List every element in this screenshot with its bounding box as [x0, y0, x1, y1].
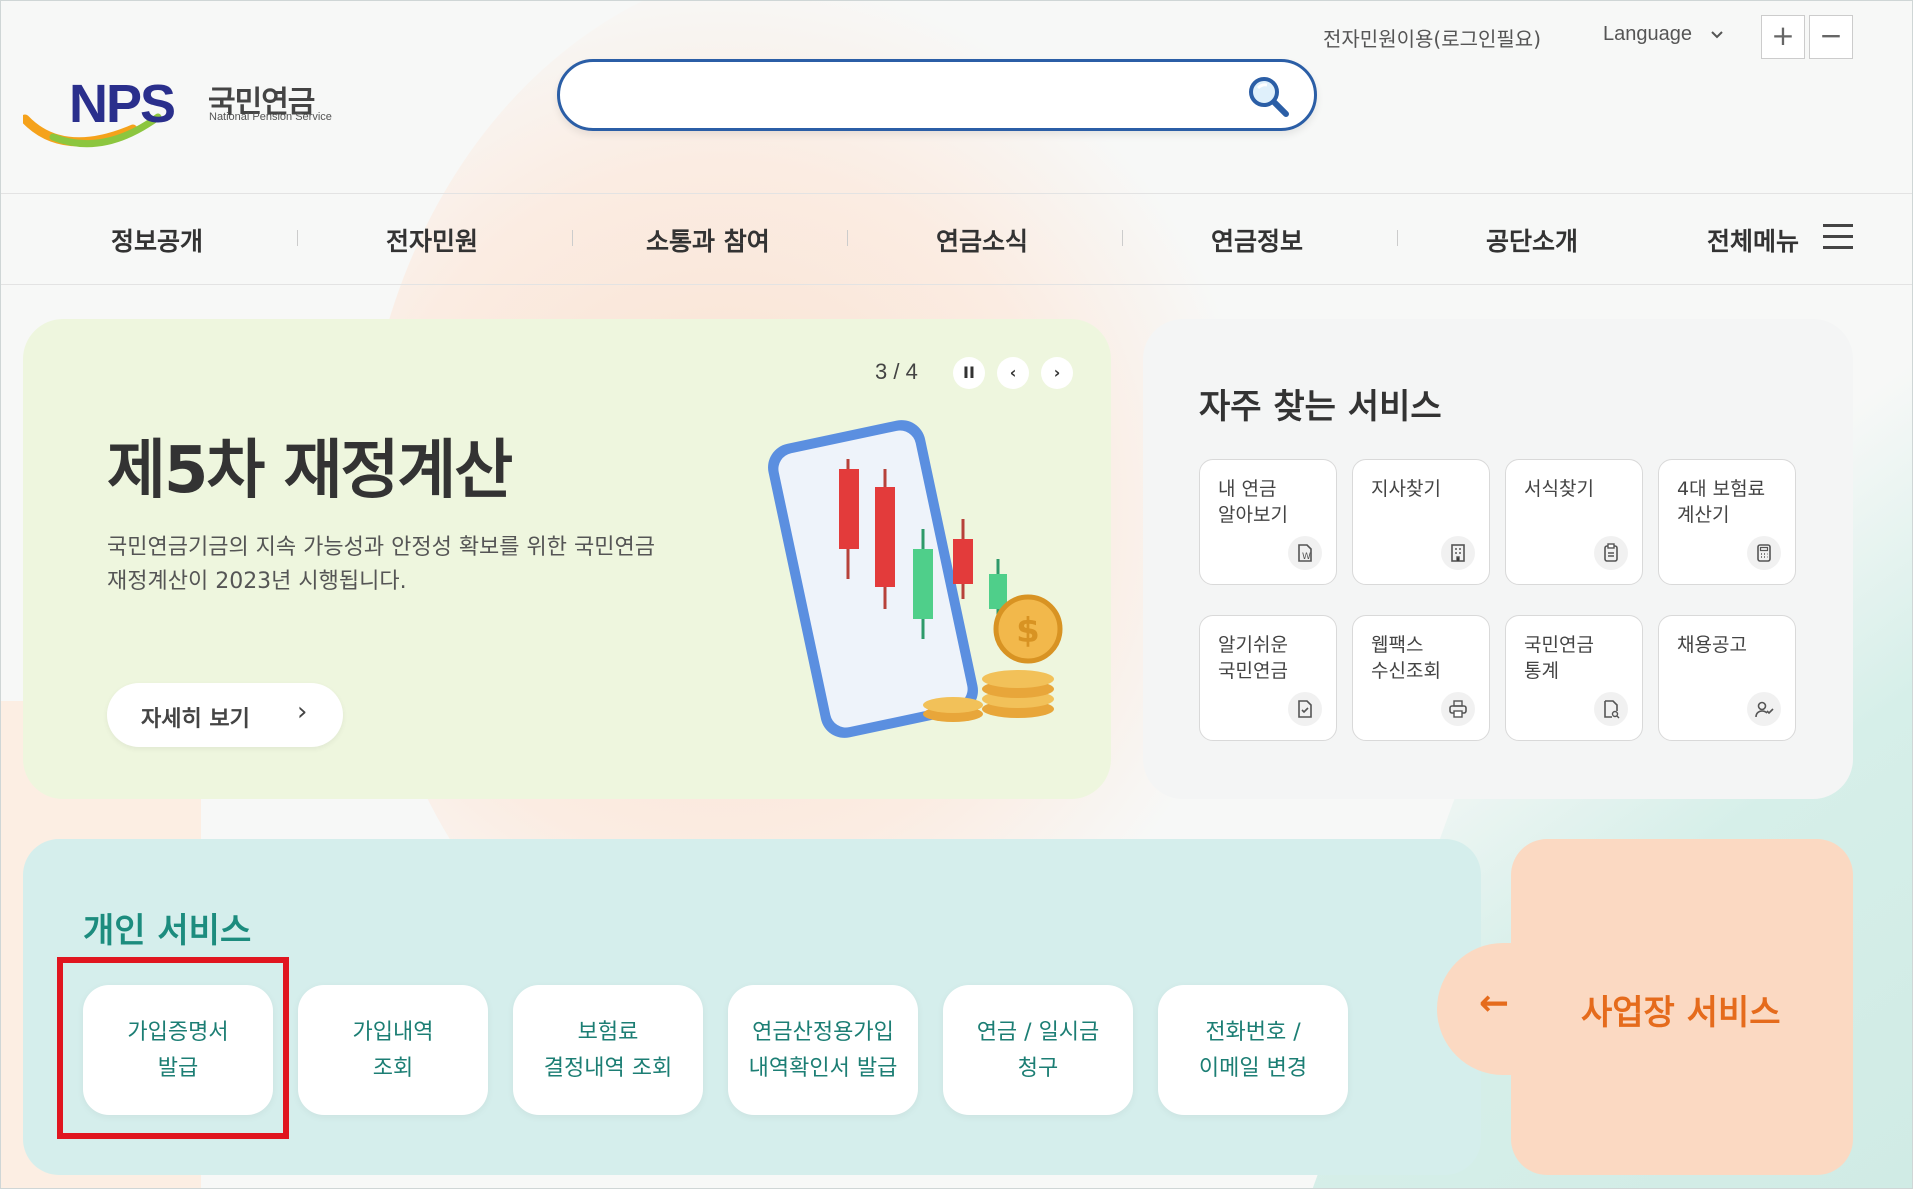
printer-icon: [1441, 692, 1475, 726]
building-icon: [1441, 536, 1475, 570]
clipboard-icon: [1594, 536, 1628, 570]
service-pension-statistics[interactable]: 국민연금 통계: [1505, 615, 1643, 741]
svg-text:$: $: [1016, 611, 1040, 651]
banner-description: 국민연금기금의 지속 가능성과 안정성 확보를 위한 국민연금 재정계산이 20…: [107, 535, 655, 594]
calculator-icon: [1747, 536, 1781, 570]
document-search-icon: [1594, 692, 1628, 726]
service-label: 알기쉬운 국민연금: [1218, 634, 1288, 682]
service-insurance-calculator[interactable]: 4대 보험료 계산기: [1658, 459, 1796, 585]
search-bar: [557, 59, 1317, 131]
pause-button[interactable]: II: [953, 357, 985, 389]
personal-service-label: 연금 / 일시금 청구: [976, 1020, 1100, 1081]
header: NPS 국민연금 National Pension Service 전자민원이용…: [1, 1, 1912, 193]
nav-divider: [297, 230, 298, 246]
service-recruitment[interactable]: 채용공고: [1658, 615, 1796, 741]
logo-wordmark: NPS: [69, 74, 176, 134]
personal-service-enrollment-confirmation[interactable]: 연금산정용가입 내역확인서 발급: [728, 985, 918, 1115]
main-nav: 정보공개 전자민원 소통과 참여 연금소식 연금정보 공단소개 전체메뉴: [1, 193, 1912, 285]
service-label: 서식찾기: [1524, 478, 1594, 500]
nav-divider: [1397, 230, 1398, 246]
nav-item-communication[interactable]: 소통과 참여: [646, 222, 770, 258]
nav-item-pension-news[interactable]: 연금소식: [936, 222, 1028, 258]
nav-item-pension-info[interactable]: 연금정보: [1211, 222, 1303, 258]
service-easy-pension[interactable]: 알기쉬운 국민연금: [1199, 615, 1337, 741]
service-label: 채용공고: [1677, 634, 1747, 656]
banner-title: 제5차 재정계산: [107, 434, 513, 508]
service-label: 웹팩스 수신조회: [1371, 634, 1441, 682]
pension-doc-icon: W: [1288, 536, 1322, 570]
slide-counter: 3 / 4: [875, 359, 918, 384]
chevron-down-icon: [1710, 31, 1723, 39]
nav-divider: [847, 230, 848, 246]
search-icon[interactable]: [1244, 72, 1292, 120]
search-input[interactable]: [588, 80, 1242, 112]
personal-service-label: 가입내역 조회: [352, 1020, 434, 1081]
service-my-pension[interactable]: 내 연금 알아보기 W: [1199, 459, 1337, 585]
personal-service-label: 전화번호 / 이메일 변경: [1198, 1020, 1308, 1081]
business-services-label[interactable]: 사업장 서비스: [1581, 985, 1781, 1034]
service-form-finder[interactable]: 서식찾기: [1505, 459, 1643, 585]
zoom-out-button[interactable]: −: [1809, 15, 1853, 59]
logo-english-name: National Pension Service: [209, 111, 332, 123]
frequent-services-title: 자주 찾는 서비스: [1199, 387, 1442, 427]
nav-item-about[interactable]: 공단소개: [1486, 222, 1578, 258]
service-label: 4대 보험료 계산기: [1677, 478, 1766, 526]
document-check-icon: [1288, 692, 1322, 726]
nps-logo[interactable]: NPS 국민연금 National Pension Service: [23, 69, 333, 159]
personal-service-enrollment-history[interactable]: 가입내역 조회: [298, 985, 488, 1115]
personal-service-pension-claim[interactable]: 연금 / 일시금 청구: [943, 985, 1133, 1115]
person-check-icon: [1747, 692, 1781, 726]
highlight-box: [57, 957, 289, 1139]
all-menu-button[interactable]: 전체메뉴: [1707, 222, 1799, 258]
personal-services-title: 개인 서비스: [83, 911, 252, 951]
nav-item-info-disclosure[interactable]: 정보공개: [111, 222, 203, 258]
service-webfax[interactable]: 웹팩스 수신조회: [1352, 615, 1490, 741]
language-selector[interactable]: Language: [1603, 23, 1724, 46]
prev-slide-button[interactable]: ‹: [997, 357, 1029, 389]
arrow-left-icon: ←: [1479, 983, 1510, 1024]
service-branch-finder[interactable]: 지사찾기: [1352, 459, 1490, 585]
nav-item-e-civil[interactable]: 전자민원: [386, 222, 478, 258]
language-label: Language: [1603, 23, 1692, 45]
nav-divider: [1122, 230, 1123, 246]
banner-detail-button[interactable]: 자세히 보기 ›: [107, 683, 343, 747]
phone-chart-illustration: $: [768, 420, 1063, 738]
personal-service-label: 보험료 결정내역 조회: [543, 1020, 673, 1081]
personal-service-label: 연금산정용가입 내역확인서 발급: [748, 1020, 898, 1081]
frequent-services-panel: 자주 찾는 서비스 내 연금 알아보기 W 지사찾기 서식찾기 4대 보험료 계…: [1143, 319, 1853, 799]
service-label: 국민연금 통계: [1524, 634, 1594, 682]
main-banner: 제5차 재정계산 국민연금기금의 지속 가능성과 안정성 확보를 위한 국민연금…: [23, 319, 1111, 799]
hamburger-menu-icon[interactable]: [1823, 224, 1853, 250]
service-label: 지사찾기: [1371, 478, 1441, 500]
chevron-right-icon: ›: [297, 697, 308, 727]
nav-divider: [572, 230, 573, 246]
page: NPS 국민연금 National Pension Service 전자민원이용…: [0, 0, 1913, 1189]
banner-detail-label: 자세히 보기: [141, 707, 250, 732]
svg-text:W: W: [1302, 552, 1311, 562]
next-slide-button[interactable]: ›: [1041, 357, 1073, 389]
service-label: 내 연금 알아보기: [1218, 478, 1288, 526]
personal-service-contact-change[interactable]: 전화번호 / 이메일 변경: [1158, 985, 1348, 1115]
zoom-in-button[interactable]: +: [1761, 15, 1805, 59]
e-civil-login-link[interactable]: 전자민원이용(로그인필요): [1323, 23, 1541, 52]
personal-service-premium-history[interactable]: 보험료 결정내역 조회: [513, 985, 703, 1115]
